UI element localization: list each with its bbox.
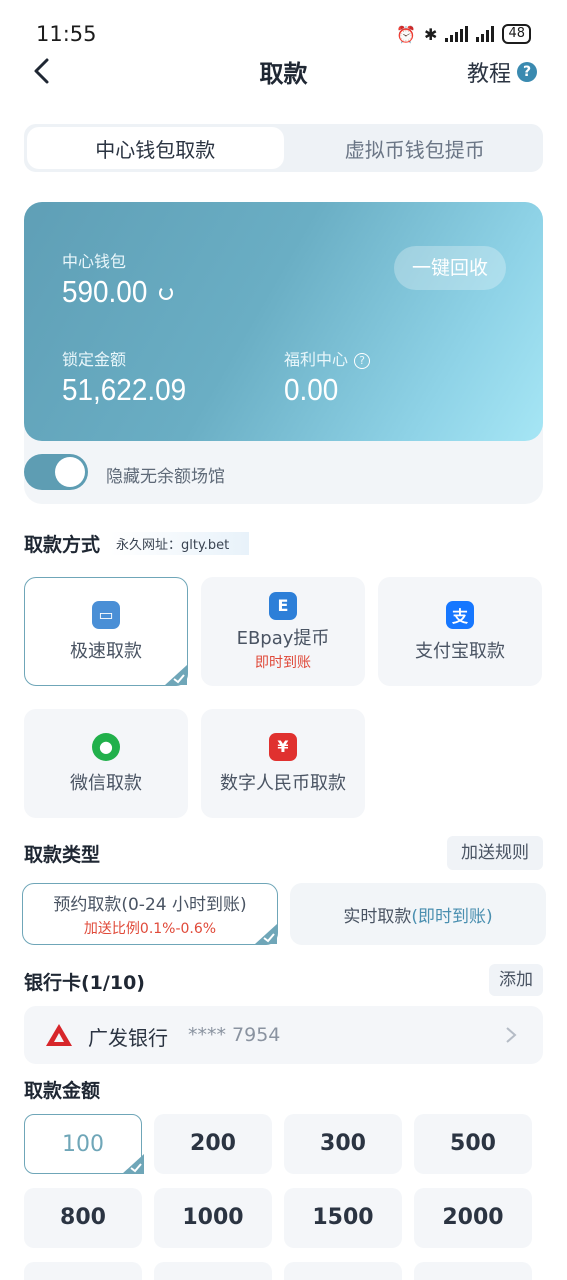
recall-all-button[interactable]: 一键回收 [394,246,506,290]
digital-rmb-icon: ¥ [269,732,297,761]
method-label: 支付宝取款 [415,640,505,662]
top-nav: 取款 教程 ? [0,52,567,92]
welfare-label-text: 福利中心 [284,350,349,369]
type-title: 取款类型 [24,844,101,866]
toggle-knob [55,457,85,487]
selected-check-icon [122,1154,144,1174]
amount-option[interactable]: 500 [414,1114,532,1174]
bank-name: 广发银行 [88,1026,168,1050]
amount-option[interactable]: 200 [154,1114,272,1174]
amount-title: 取款金额 [24,1080,101,1102]
add-bank-button[interactable]: 添加 [489,964,543,996]
center-wallet-label: 中心钱包 [62,252,127,271]
method-alipay[interactable]: 支 支付宝取款 [378,577,542,686]
method-ebpay[interactable]: E EBpay提币 即时到账 [201,577,365,686]
status-bar: 11:55 ⏰ ✱ 48 [0,0,567,52]
type-realtime[interactable]: 实时取款(即时到账) [290,883,546,945]
amount-option-partial[interactable] [414,1262,532,1280]
amount-option-partial[interactable] [284,1262,402,1280]
type-main-highlight: (即时到账) [411,906,493,927]
selected-check-icon [165,665,187,685]
amount-option[interactable]: 1500 [284,1188,402,1248]
method-fast-withdraw[interactable]: ▭ 极速取款 [24,577,188,686]
alipay-icon: 支 [446,600,474,629]
bank-title: 银行卡(1/10) [24,972,145,994]
amount-option[interactable]: 300 [284,1114,402,1174]
permanent-url: 永久网址：glty.bet [110,532,250,555]
refresh-icon[interactable] [159,286,173,300]
wallet-card: 中心钱包 590.00 一键回收 锁定金额 51,622.09 福利中心? 0.… [24,202,543,441]
type-main-label: 预约取款(0-24 小时到账) [53,895,247,915]
help-icon: ? [517,62,537,82]
hide-empty-label: 隐藏无余额场馆 [106,467,225,487]
type-main-prefix: 实时取款 [343,906,412,927]
center-wallet-value: 590.00 [62,274,148,309]
amount-option[interactable]: 1000 [154,1188,272,1248]
wallet-tabs: 中心钱包取款 虚拟币钱包提币 [24,124,543,172]
signal-icon [445,26,469,42]
wechat-icon: ● [92,732,120,761]
signal-icon-2 [476,26,495,42]
locked-amount-value: 51,622.09 [62,372,187,407]
method-label: EBpay提币 [236,627,330,649]
selected-check-icon [255,924,277,944]
card-icon: ▭ [92,600,120,629]
amount-option-partial[interactable] [24,1262,142,1280]
method-label: 微信取款 [70,772,142,794]
method-wechat[interactable]: ● 微信取款 [24,709,188,818]
tutorial-link[interactable]: 教程 ? [467,56,537,88]
status-icons: ⏰ ✱ 48 [396,24,531,44]
method-label: 数字人民币取款 [220,772,346,794]
type-sub-label: 加送比例0.1%-0.6% [83,921,217,937]
tutorial-label: 教程 [466,62,511,87]
type-scheduled[interactable]: 预约取款(0-24 小时到账) 加送比例0.1%-0.6% [22,883,278,945]
bonus-rule-button[interactable]: 加送规则 [447,836,543,870]
type-main-label: 实时取款(即时到账) [343,902,492,927]
method-sublabel: 即时到账 [255,654,311,671]
bank-card-row[interactable]: 广发银行 **** 7954 [24,1006,543,1064]
welfare-center-value: 0.00 [284,372,339,407]
method-digital-rmb[interactable]: ¥ 数字人民币取款 [201,709,365,818]
amount-option-partial[interactable] [154,1262,272,1280]
question-icon[interactable]: ? [354,353,371,369]
amount-option[interactable]: 800 [24,1188,142,1248]
chevron-right-icon [506,1027,517,1043]
locked-amount-label: 锁定金额 [62,350,127,369]
amount-option[interactable]: 2000 [414,1188,532,1248]
hide-empty-toggle[interactable] [24,454,88,490]
ebpay-icon: E [269,591,297,620]
alarm-icon: ⏰ [396,24,417,44]
bluetooth-icon: ✱ [424,24,438,44]
method-label: 极速取款 [70,640,142,662]
status-time: 11:55 [36,22,97,46]
bank-number: **** 7954 [188,1024,281,1046]
wallet-section: 中心钱包 590.00 一键回收 锁定金额 51,622.09 福利中心? 0.… [24,202,543,504]
methods-title: 取款方式 [24,534,101,556]
tab-crypto-wallet[interactable]: 虚拟币钱包提币 [287,124,544,172]
welfare-center-label: 福利中心? [284,346,371,370]
gf-bank-logo-icon [46,1024,72,1046]
battery-icon: 48 [502,24,531,44]
tab-center-wallet[interactable]: 中心钱包取款 [27,127,284,169]
